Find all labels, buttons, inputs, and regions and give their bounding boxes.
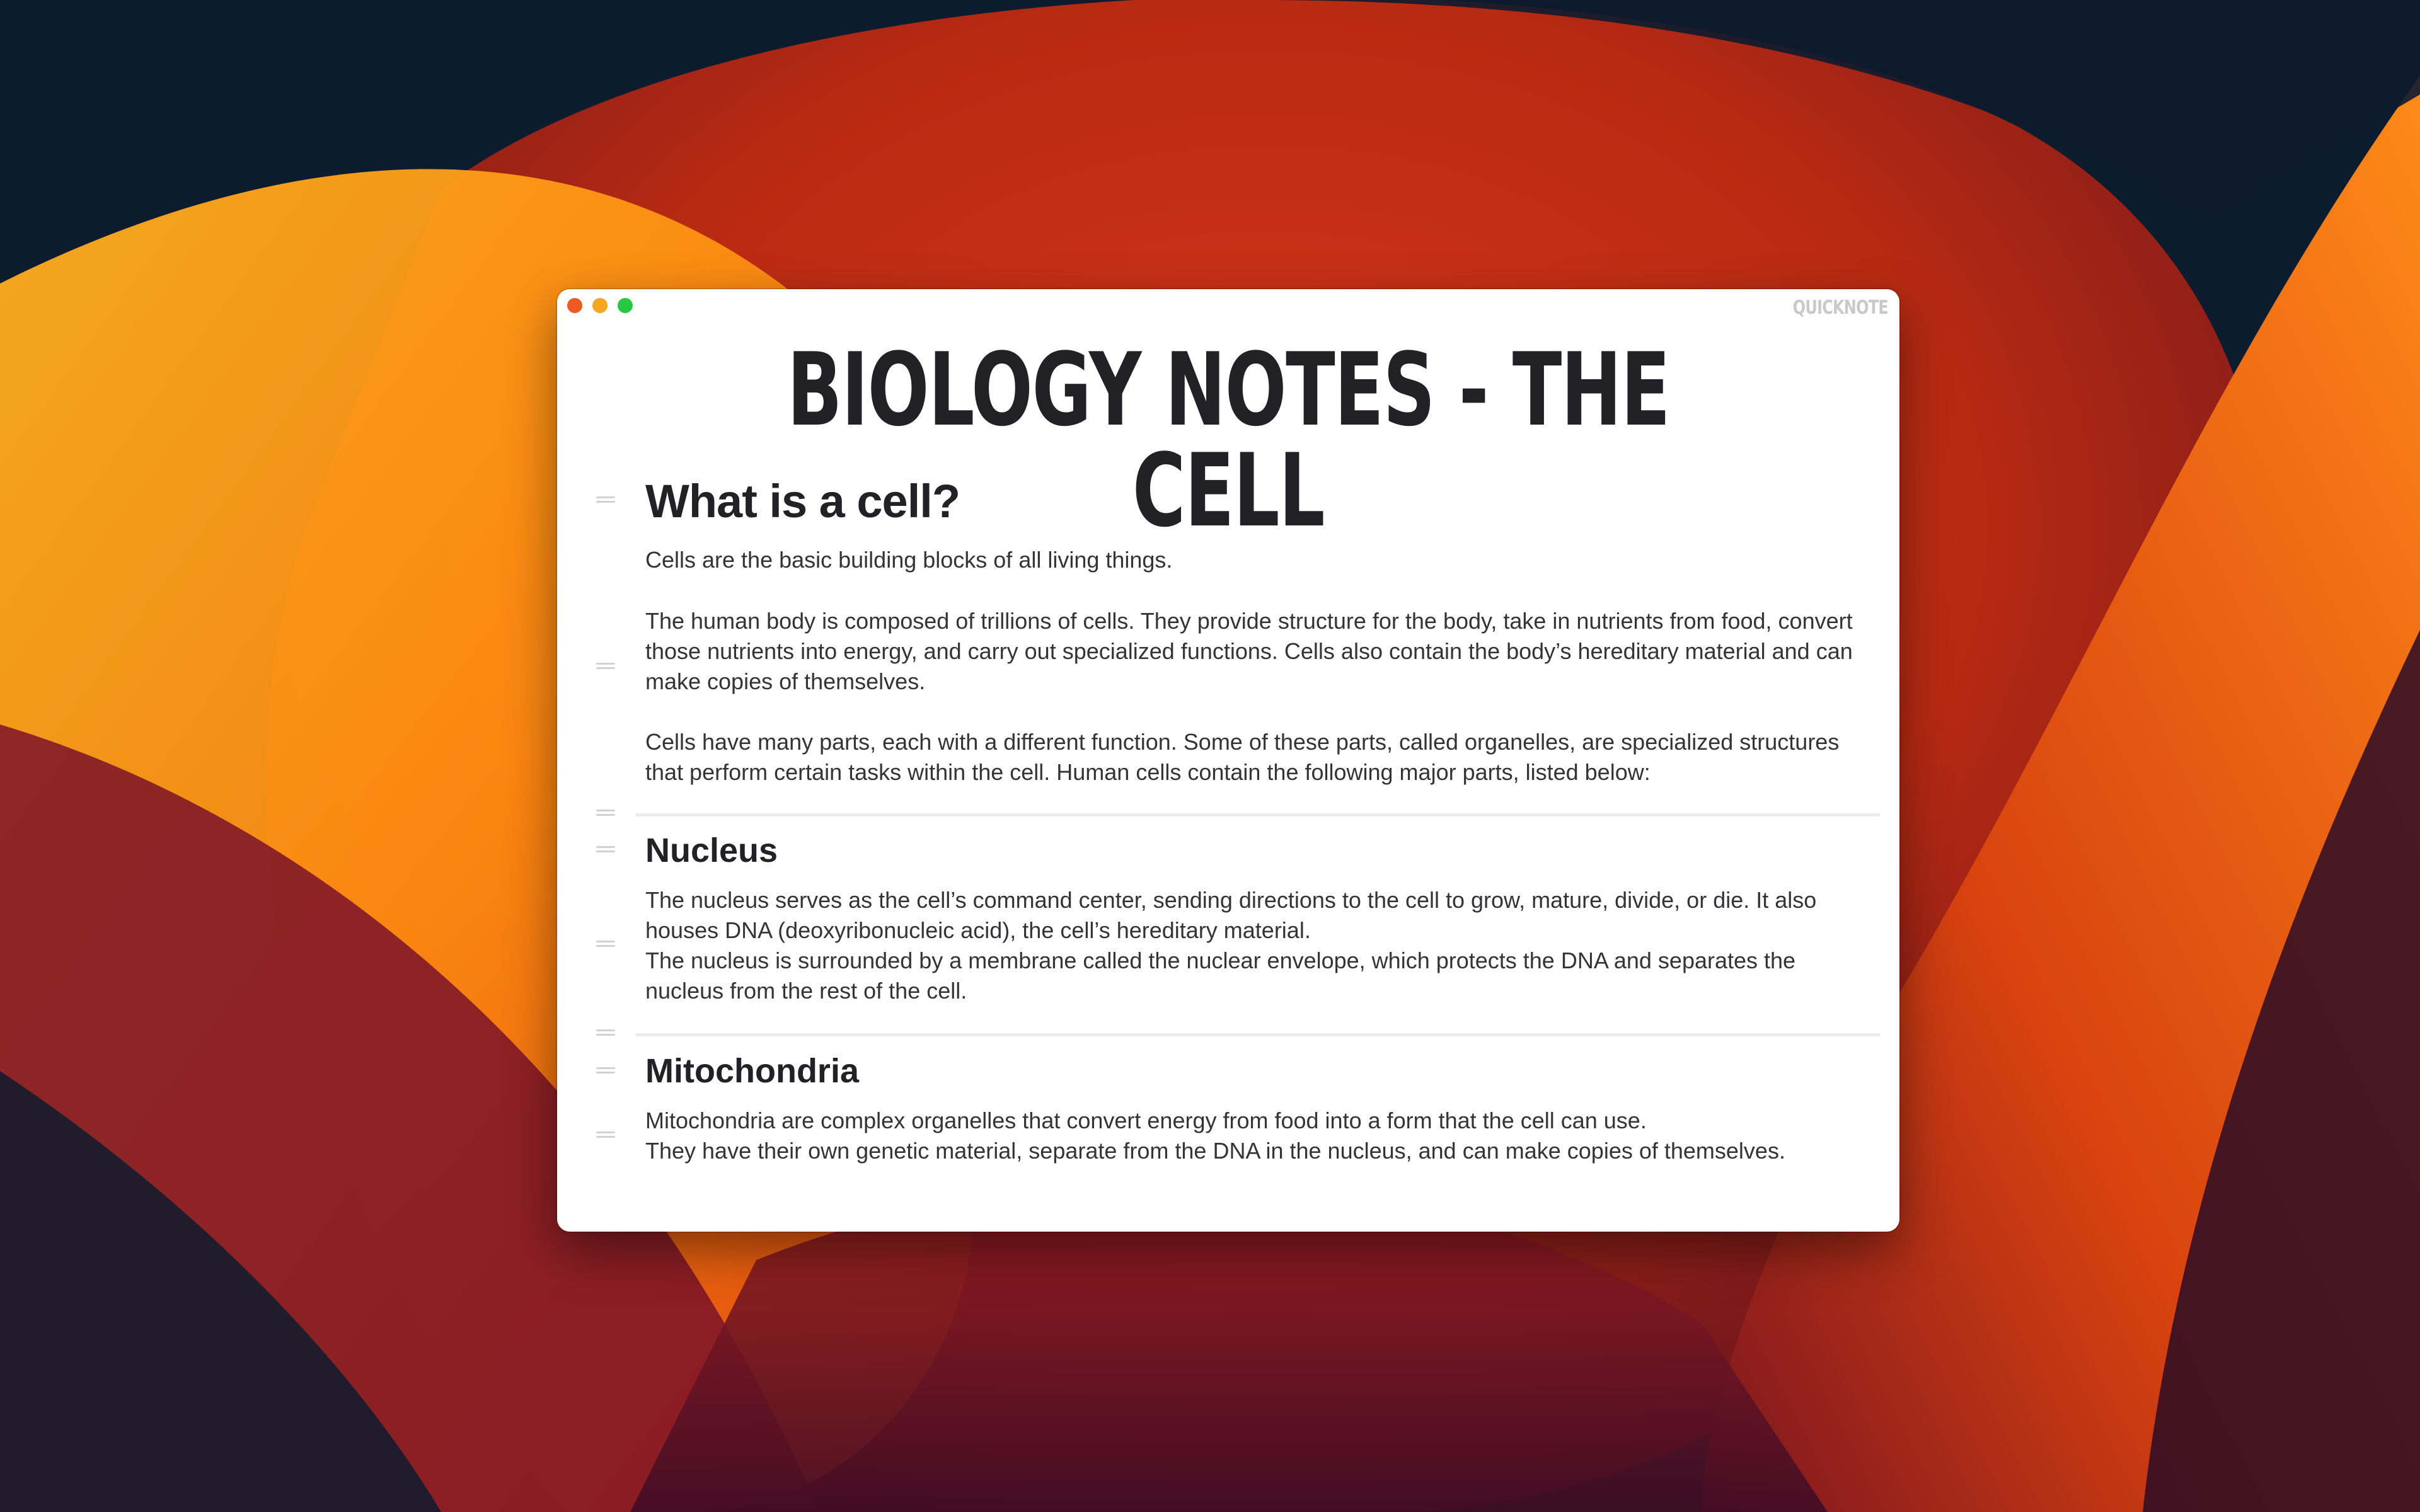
paragraph-human-body[interactable]: The human body is composed of trillions … <box>645 606 1855 697</box>
paragraph-nuclear-envelope[interactable]: The nucleus is surrounded by a membrane … <box>645 946 1855 1006</box>
drag-handle-icon[interactable] <box>596 1067 615 1077</box>
drag-handle-icon[interactable] <box>596 496 615 507</box>
section-divider <box>635 1033 1881 1036</box>
maximize-button[interactable] <box>618 298 633 313</box>
paragraph-mitochondria-genetic[interactable]: They have their own genetic material, se… <box>645 1136 1855 1166</box>
drag-handle-icon[interactable] <box>596 941 615 951</box>
drag-handle-icon[interactable] <box>596 846 615 856</box>
app-name-label: QUICKNOTE <box>1792 297 1889 319</box>
paragraph-cells-intro[interactable]: Cells are the basic building blocks of a… <box>645 545 1855 575</box>
section-divider <box>635 813 1881 816</box>
paragraph-nucleus-command-center[interactable]: The nucleus serves as the cell’s command… <box>645 885 1855 946</box>
paragraph-mitochondria-energy[interactable]: Mitochondria are complex organelles that… <box>645 1106 1855 1136</box>
window-controls <box>567 298 633 313</box>
drag-handle-icon[interactable] <box>596 663 615 673</box>
drag-handle-icon[interactable] <box>596 1131 615 1142</box>
close-button[interactable] <box>567 298 582 313</box>
note-window: QUICKNOTE BIOLOGY NOTES - THE CELL What … <box>557 289 1899 1232</box>
minimize-button[interactable] <box>592 298 608 313</box>
paragraph-cell-parts[interactable]: Cells have many parts, each with a diffe… <box>645 727 1855 788</box>
section-heading-nucleus[interactable]: Nucleus <box>645 831 778 870</box>
section-heading-what-is-a-cell[interactable]: What is a cell? <box>645 474 960 528</box>
section-heading-mitochondria[interactable]: Mitochondria <box>645 1051 859 1091</box>
drag-handle-icon[interactable] <box>596 1029 615 1040</box>
drag-handle-icon[interactable] <box>596 810 615 820</box>
